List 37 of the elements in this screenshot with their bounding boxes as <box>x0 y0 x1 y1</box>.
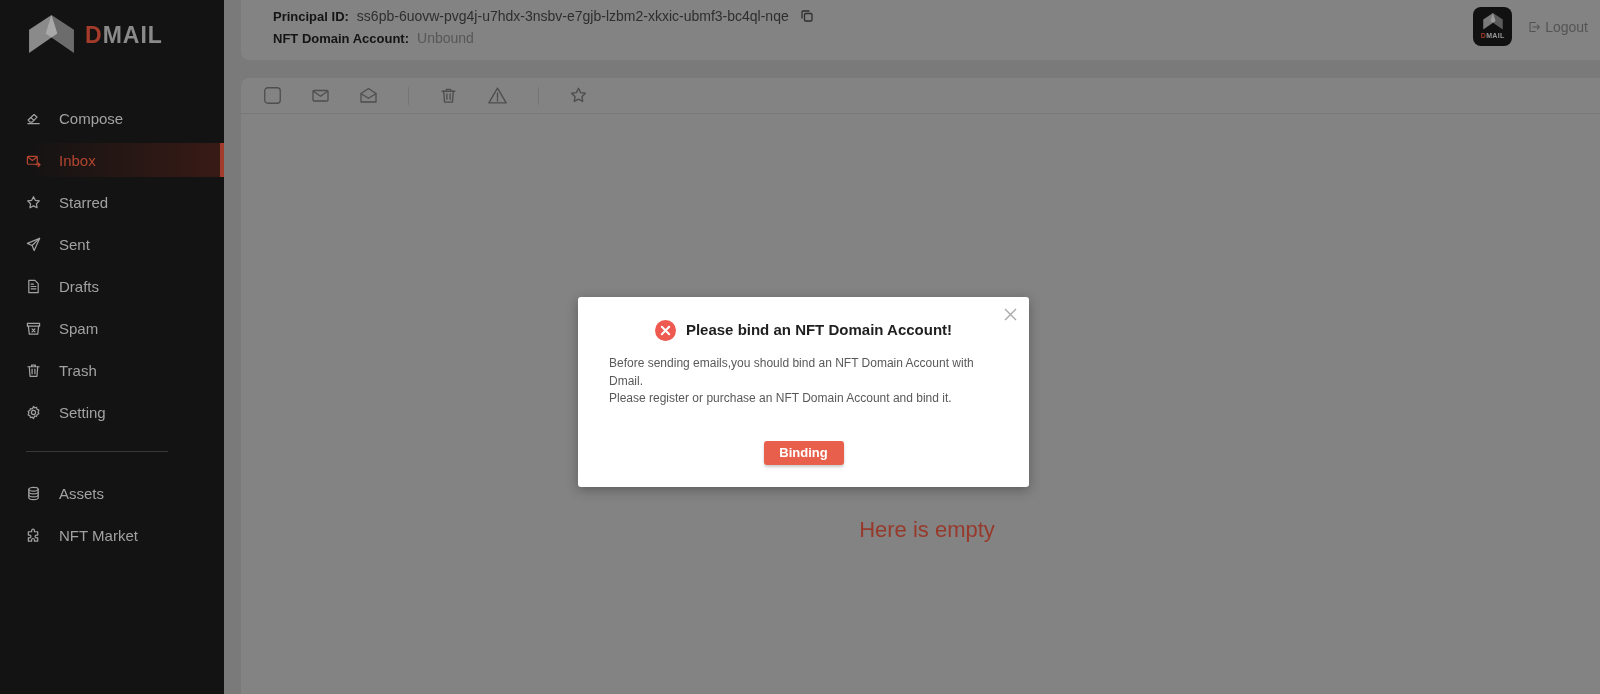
trash-icon[interactable] <box>440 87 457 104</box>
nav-item[interactable]: Drafts <box>0 269 224 303</box>
star-icon <box>26 194 41 210</box>
puzzle-icon <box>26 527 41 543</box>
nav-item[interactable]: Assets <box>0 476 224 510</box>
archive-box-icon <box>26 320 41 336</box>
domain-account-label: NFT Domain Account: <box>273 30 409 46</box>
settings-icon <box>26 404 41 420</box>
checkbox[interactable] <box>264 87 281 104</box>
principal-id-label: Principal ID: <box>273 8 349 24</box>
trash-icon <box>26 362 41 378</box>
document-icon <box>26 278 41 294</box>
nav-item[interactable]: Sent <box>0 227 224 261</box>
principal-id-value: ss6pb-6uovw-pvg4j-u7hdx-3nsbv-e7gjb-lzbm2-xkxic-ubmf3-bc4ql-nqe <box>356 8 789 24</box>
logout-icon <box>1528 20 1542 34</box>
copy-icon[interactable] <box>800 10 813 22</box>
open-envelope-icon[interactable] <box>360 87 377 104</box>
mountain-icon <box>1482 13 1503 30</box>
logo-wordmark: DMAIL <box>85 24 163 46</box>
nav-item[interactable]: Spam <box>0 311 224 345</box>
star-icon[interactable] <box>570 87 587 104</box>
dialog-title: Please bind an NFT Domain Account! <box>685 320 953 340</box>
nav-item[interactable]: NFT Market <box>0 518 224 552</box>
paper-plane-icon <box>26 236 41 252</box>
dialog-text: Before sending emails,you should bind an NFT Domain Account with Dmail. <box>609 355 975 390</box>
empty-message: Here is empty <box>859 517 995 543</box>
nav-item[interactable]: Trash <box>0 353 224 387</box>
warning-icon[interactable] <box>488 87 507 104</box>
nav-item[interactable]: Setting <box>0 395 224 429</box>
coin-stack-icon <box>26 485 41 501</box>
error-icon <box>654 319 676 341</box>
nav-item[interactable]: Compose <box>0 101 224 135</box>
envelope-icon[interactable] <box>312 87 329 104</box>
dialog-text: Please register or purchase an NFT Domain Account and bind it. <box>609 390 953 407</box>
close-icon[interactable] <box>1004 308 1017 321</box>
nav-item[interactable]: Starred <box>0 185 224 219</box>
mountain-logo-icon <box>29 15 74 54</box>
